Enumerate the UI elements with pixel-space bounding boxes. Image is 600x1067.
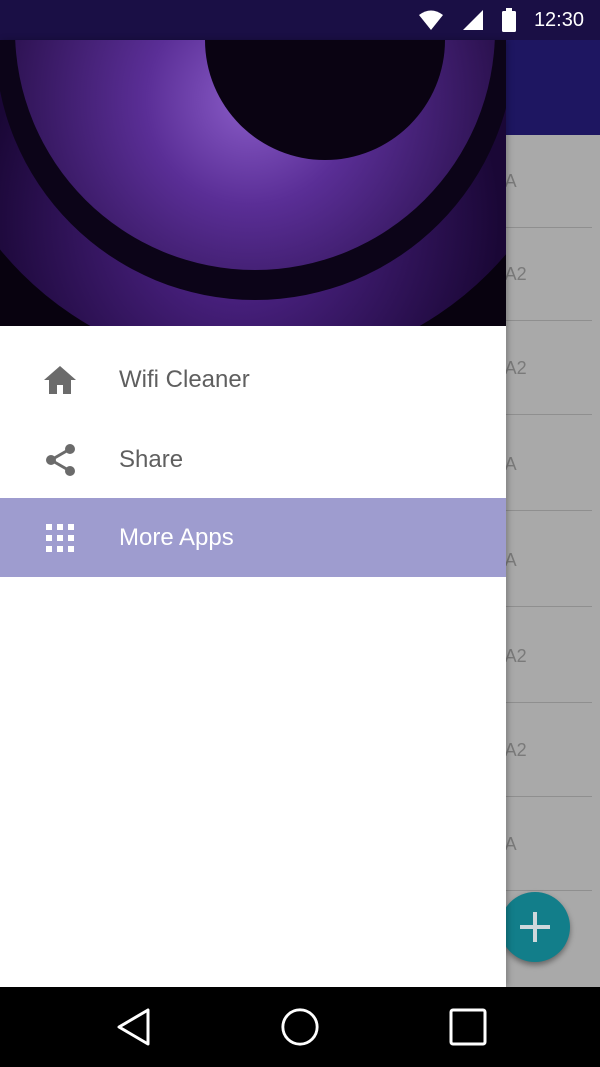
menu-item-wifi-cleaner[interactable]: Wifi Cleaner — [0, 340, 506, 419]
menu-item-label: Wifi Cleaner — [119, 365, 250, 393]
signal-icon — [462, 8, 484, 32]
menu-item-label: Share — [119, 445, 184, 473]
plus-icon — [520, 912, 550, 942]
system-nav-bar — [0, 987, 600, 1067]
home-circle-icon[interactable] — [280, 1007, 320, 1047]
drawer-header-image — [0, 40, 506, 326]
battery-icon — [501, 8, 516, 32]
menu-item-share[interactable]: Share — [0, 420, 506, 499]
recents-icon[interactable] — [448, 1007, 488, 1047]
status-time: 12:30 — [533, 8, 584, 31]
back-icon[interactable] — [114, 1007, 154, 1047]
wifi-icon — [418, 8, 444, 32]
menu-item-more-apps[interactable]: More Apps — [0, 498, 506, 577]
status-bar: 12:30 — [0, 0, 600, 40]
menu-item-label: More Apps — [119, 523, 234, 551]
share-icon — [40, 440, 80, 480]
navigation-drawer: Wifi Cleaner Share More Apps — [0, 40, 506, 987]
add-button[interactable] — [500, 892, 570, 962]
grid-icon — [40, 518, 80, 558]
home-icon — [40, 360, 80, 400]
